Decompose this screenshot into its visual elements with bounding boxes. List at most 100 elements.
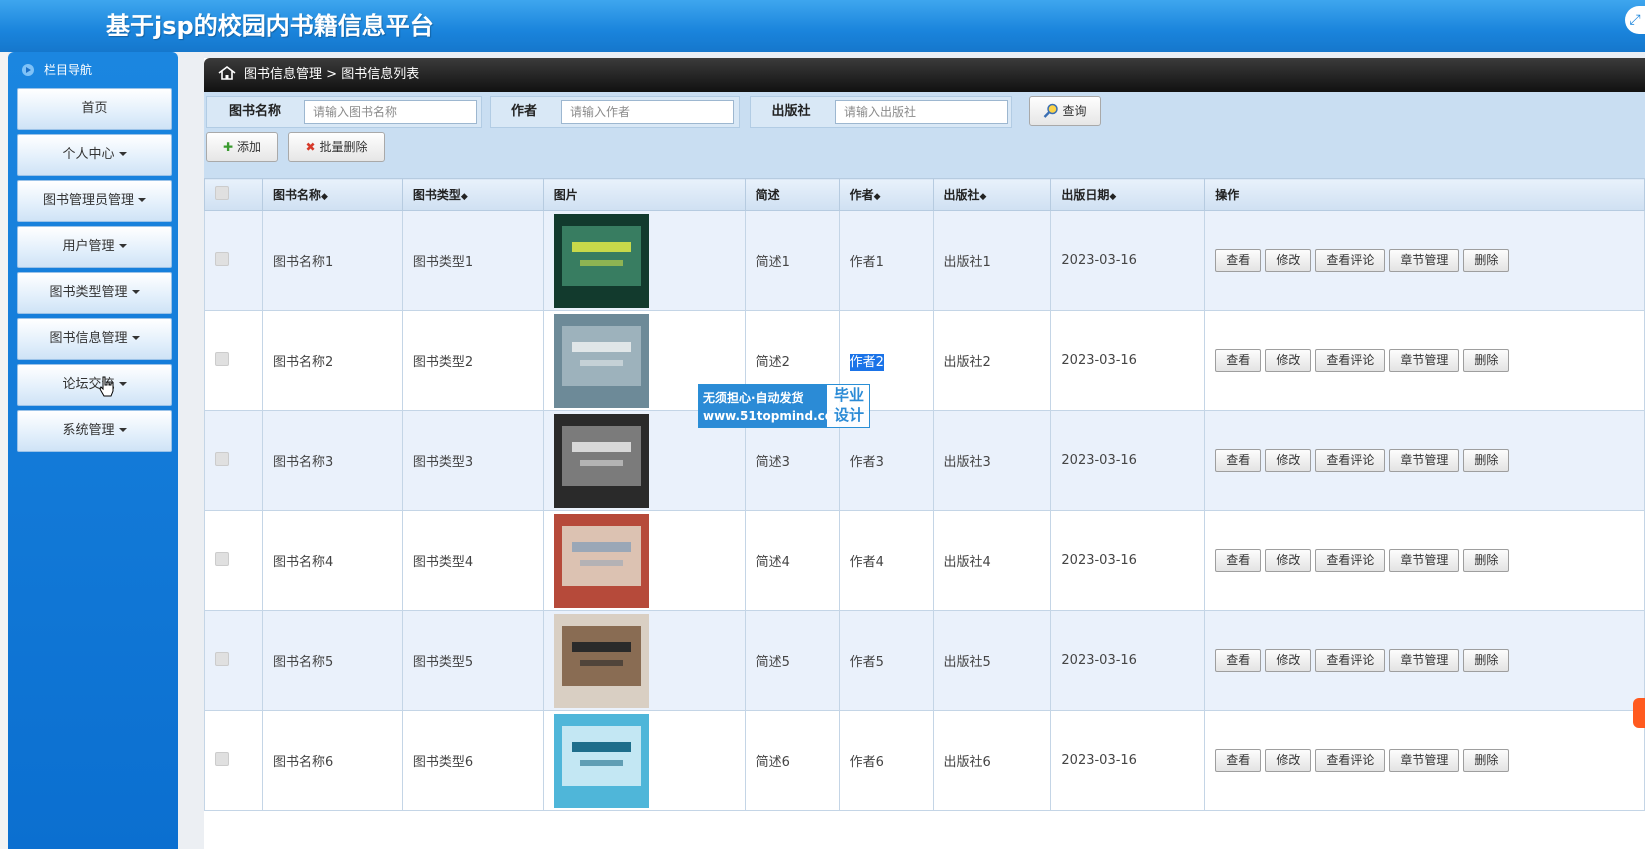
view-comments-button[interactable]: 查看评论 [1315,649,1386,672]
edit-button[interactable]: 修改 [1265,649,1312,672]
author-text: 作者3 [849,455,884,470]
view-button[interactable]: 查看 [1215,449,1262,472]
col-header-label: 图片 [553,188,578,202]
sidebar-item-personal-center[interactable]: 个人中心 [17,134,172,176]
edit-button[interactable]: 修改 [1265,249,1312,272]
edit-button[interactable]: 修改 [1265,349,1312,372]
chapter-management-button[interactable]: 章节管理 [1389,749,1460,772]
book-cover-image [553,413,649,508]
breadcrumb-parent[interactable]: 图书信息管理 [244,67,322,82]
row-checkbox[interactable] [215,751,229,766]
hand-cursor-icon [99,376,114,397]
watermark-badge: 无须担心·自动发货 www.51topmind.com 毕业 设计 [698,384,870,428]
view-button[interactable]: 查看 [1215,749,1262,772]
sidebar-item-book-info-mgmt[interactable]: 图书信息管理 [17,318,172,360]
view-button[interactable]: 查看 [1215,349,1262,372]
sidebar-item-label: 系统管理 [62,423,115,438]
expand-icon[interactable]: ⤢ [1625,6,1645,34]
row-checkbox[interactable] [215,551,229,566]
sidebar-item-home[interactable]: 首页 [17,88,172,130]
select-all-checkbox[interactable] [215,186,229,200]
delete-button[interactable]: 删除 [1463,449,1510,472]
book-table: 图书名称◆ 图书类型◆ 图片 简述 作者◆ 出版社◆ 出版日期◆ 操作 图书名称… [204,178,1645,811]
table-header-row: 图书名称◆ 图书类型◆ 图片 简述 作者◆ 出版社◆ 出版日期◆ 操作 [204,178,1645,211]
sidebar-item-forum[interactable]: 论坛交流 [17,364,172,406]
col-book-type[interactable]: 图书类型◆ [401,178,544,211]
sort-icon: ◆ [320,192,328,202]
publish-date-cell: 2023-03-16 [1050,610,1206,711]
operations-cell: 查看 修改 查看评论 章节管理 删除 [1204,610,1645,711]
caret-down-icon [118,427,127,432]
row-select-cell [204,410,263,511]
table-row: 图书名称6 图书类型6 简述6 作者6 出版社6 2023-03-16 查看 修改… [204,710,1645,811]
row-checkbox[interactable] [215,451,229,466]
breadcrumb-separator: > [326,67,338,82]
col-publisher[interactable]: 出版社◆ [932,178,1052,211]
batch-delete-button[interactable]: ✖ 批量删除 [288,132,385,162]
view-button[interactable]: 查看 [1215,249,1262,272]
edit-button[interactable]: 修改 [1265,449,1312,472]
query-button-label: 查询 [1062,104,1087,118]
author-input[interactable] [561,100,734,124]
add-button[interactable]: ✚ 添加 [206,132,278,162]
book-name-cell: 图书名称6 [261,710,403,811]
view-comments-button[interactable]: 查看评论 [1315,349,1386,372]
summary-cell: 简述5 [744,610,840,711]
book-name-input[interactable] [304,100,477,124]
book-cover-image [553,513,649,608]
view-comments-button[interactable]: 查看评论 [1315,249,1386,272]
publish-date-cell: 2023-03-16 [1050,410,1206,511]
chapter-management-button[interactable]: 章节管理 [1389,549,1460,572]
sidebar-item-user-mgmt[interactable]: 用户管理 [17,226,172,268]
book-type-cell: 图书类型6 [401,710,544,811]
row-checkbox[interactable] [215,251,229,266]
row-select-cell [204,210,263,311]
col-image: 图片 [542,178,746,211]
col-publish-date[interactable]: 出版日期◆ [1050,178,1206,211]
chapter-management-button[interactable]: 章节管理 [1389,449,1460,472]
view-comments-button[interactable]: 查看评论 [1315,449,1386,472]
edit-button[interactable]: 修改 [1265,549,1312,572]
col-summary: 简述 [744,178,840,211]
author-search: 作者 [490,96,740,128]
sidebar-item-book-type-mgmt[interactable]: 图书类型管理 [17,272,172,314]
publisher-search: 出版社 [750,96,1012,128]
summary-cell: 简述6 [744,710,840,811]
book-cover-image [553,213,649,308]
view-button[interactable]: 查看 [1215,549,1262,572]
publisher-label: 出版社 [771,104,811,119]
sort-icon: ◆ [873,192,881,202]
delete-button[interactable]: 删除 [1463,349,1510,372]
sidebar-item-system-mgmt[interactable]: 系统管理 [17,410,172,452]
row-select-cell [204,310,263,411]
sidebar-item-label: 用户管理 [62,239,115,254]
delete-button[interactable]: 删除 [1463,549,1510,572]
table-row: 图书名称2 图书类型2 简述2 作者2 出版社2 2023-03-16 查看 修改… [204,310,1645,411]
query-button[interactable]: 查询 [1029,96,1101,126]
delete-button[interactable]: 删除 [1463,649,1510,672]
chapter-management-button[interactable]: 章节管理 [1389,249,1460,272]
sidebar-item-librarian-mgmt[interactable]: 图书管理员管理 [17,180,172,222]
chapter-management-button[interactable]: 章节管理 [1389,349,1460,372]
row-checkbox[interactable] [215,351,229,366]
edit-button[interactable]: 修改 [1265,749,1312,772]
operations-cell: 查看 修改 查看评论 章节管理 删除 [1204,210,1645,311]
watermark-line2: www.51topmind.com [703,409,846,423]
publisher-cell: 出版社5 [932,610,1052,711]
col-book-name[interactable]: 图书名称◆ [261,178,403,211]
watermark-line1: 无须担心·自动发货 [703,391,804,405]
delete-button[interactable]: 删除 [1463,249,1510,272]
home-icon[interactable] [218,65,236,80]
table-row: 图书名称3 图书类型3 简述3 作者3 出版社3 2023-03-16 查看 修改… [204,410,1645,511]
chapter-management-button[interactable]: 章节管理 [1389,649,1460,672]
publisher-input[interactable] [835,100,1008,124]
view-comments-button[interactable]: 查看评论 [1315,749,1386,772]
floating-tab-icon[interactable] [1633,698,1645,728]
row-checkbox[interactable] [215,651,229,666]
delete-button[interactable]: 删除 [1463,749,1510,772]
col-author[interactable]: 作者◆ [838,178,934,211]
breadcrumb-current: 图书信息列表 [341,67,420,82]
view-comments-button[interactable]: 查看评论 [1315,549,1386,572]
view-button[interactable]: 查看 [1215,649,1262,672]
author-label: 作者 [510,104,537,119]
